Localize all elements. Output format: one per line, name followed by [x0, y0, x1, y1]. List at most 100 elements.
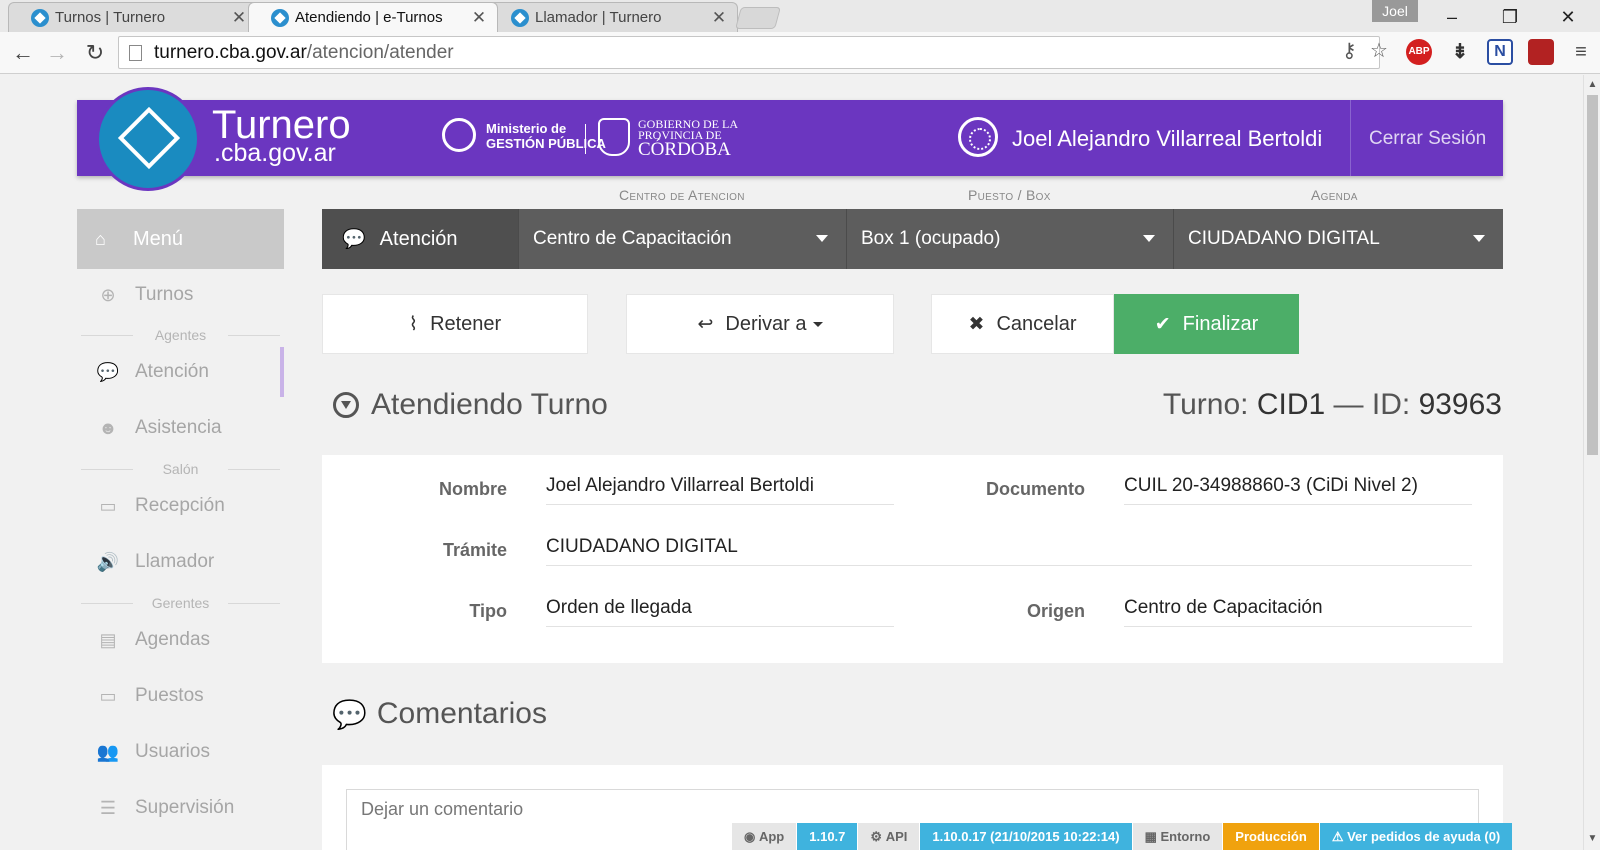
- sidebar-item-turnos[interactable]: ⊕ Turnos: [77, 270, 284, 320]
- tab-close-icon[interactable]: ✕: [711, 8, 727, 28]
- api-label: ⚙ API: [858, 823, 920, 850]
- derivar-label: Derivar a: [725, 312, 807, 335]
- url-host: turnero.cba.gov.ar: [154, 41, 307, 63]
- forward-arrow-icon[interactable]: →: [42, 38, 72, 68]
- tipo-label: Tipo: [469, 601, 507, 621]
- finalizar-label: Finalizar: [1182, 312, 1259, 335]
- address-bar[interactable]: turnero.cba.gov.ar /atencion/atender: [118, 36, 1380, 69]
- adblock-icon[interactable]: ABP: [1406, 39, 1432, 65]
- paperclip-icon: ⌇: [408, 313, 419, 335]
- cancelar-button[interactable]: ✖ Cancelar: [931, 294, 1114, 354]
- caret-down-icon: [1143, 235, 1155, 242]
- centro-value: Centro de Capacitación: [533, 228, 732, 249]
- url-path: /atencion/atender: [306, 41, 454, 63]
- key-icon[interactable]: ⚷: [1342, 38, 1357, 63]
- tab-llamador[interactable]: Llamador | Turnero ✕: [488, 2, 738, 32]
- extension-n-icon[interactable]: N: [1487, 39, 1513, 65]
- retener-button[interactable]: ⌇ Retener: [322, 294, 588, 354]
- tab-turnos[interactable]: Turnos | Turnero ✕: [8, 2, 258, 32]
- tramite-label: Trámite: [442, 540, 507, 560]
- turno-code: CID1: [1256, 388, 1326, 421]
- turnero-favicon-icon: [511, 8, 529, 27]
- extension-2-icon[interactable]: ⇟: [1447, 39, 1473, 65]
- chat-bubbles-icon: 💬: [342, 229, 366, 250]
- restore-icon[interactable]: ❐: [1490, 4, 1530, 30]
- tab-atendiendo[interactable]: Atendiendo | e-Turnos ✕: [248, 2, 498, 32]
- scroll-up-icon[interactable]: ▲: [1584, 79, 1600, 90]
- page-icon: [129, 44, 142, 61]
- agenda-select[interactable]: CIUDADANO DIGITAL: [1173, 209, 1503, 269]
- origen-value: Centro de Capacitación: [1124, 591, 1472, 627]
- pdf-extension-icon[interactable]: [1528, 39, 1554, 65]
- sidebar-item-label: Puestos: [135, 685, 204, 706]
- close-window-icon[interactable]: ✕: [1548, 4, 1588, 30]
- server-icon: ☰: [99, 797, 117, 818]
- government-shield-icon: [598, 118, 630, 156]
- sidebar-item-recepcion[interactable]: ▭ Recepción: [77, 481, 284, 531]
- app-label: ◉ App: [732, 823, 797, 850]
- speaker-icon: 🔊: [96, 551, 120, 572]
- sidebar-item-llamador[interactable]: 🔊 Llamador: [77, 537, 284, 587]
- speech-bubble-icon: 💬: [332, 698, 367, 730]
- support-agent-icon: ☻: [98, 417, 118, 438]
- page-scrollbar[interactable]: ▲ ▼: [1583, 75, 1600, 850]
- brand-domain: .cba.gov.ar: [214, 139, 336, 167]
- back-arrow-icon[interactable]: ←: [8, 38, 38, 68]
- puesto-select[interactable]: Box 1 (ocupado): [846, 209, 1173, 269]
- tab-close-icon[interactable]: ✕: [231, 8, 247, 28]
- bookmark-star-icon[interactable]: ☆: [1370, 38, 1388, 63]
- atencion-tab[interactable]: 💬 Atención: [322, 209, 518, 269]
- browser-tab-strip: Turnos | Turnero ✕ Atendiendo | e-Turnos…: [0, 0, 1600, 32]
- sidebar-group-salon: Salón: [77, 461, 284, 477]
- sidebar-item-puestos[interactable]: ▭ Puestos: [77, 671, 284, 721]
- profile-badge[interactable]: Joel: [1372, 0, 1418, 22]
- logout-link[interactable]: Cerrar Sesión: [1369, 128, 1486, 150]
- monitor-icon: ▭: [99, 495, 117, 516]
- close-icon: ✖: [968, 313, 985, 335]
- derivar-button[interactable]: ↩ Derivar a: [626, 294, 894, 354]
- chat-bubbles-icon: 💬: [96, 361, 120, 382]
- nombre-label: Nombre: [438, 479, 507, 499]
- turno-info: Turno: CID1 — ID: 93963: [1163, 388, 1502, 422]
- turnero-logo[interactable]: [96, 87, 200, 191]
- sidebar-item-agendas[interactable]: ▤ Agendas: [77, 615, 284, 665]
- app-label-text: App: [758, 829, 785, 844]
- sidebar-item-asistencia[interactable]: ☻ Asistencia: [77, 403, 284, 453]
- centro-select[interactable]: Centro de Capacitación: [518, 209, 846, 269]
- help-requests-link[interactable]: ⚠ Ver pedidos de ayuda (0): [1319, 823, 1513, 850]
- documento-value: CUIL 20-34988860-3 (CiDi Nivel 2): [1124, 469, 1472, 505]
- laptop-icon: ▭: [99, 685, 117, 706]
- tab-close-icon[interactable]: ✕: [471, 8, 487, 28]
- turno-id-prefix: — ID:: [1333, 388, 1411, 421]
- label-centro-atencion: Centro de Atencion: [619, 187, 745, 203]
- user-avatar-icon[interactable]: [958, 117, 998, 157]
- sidebar-item-label: Asistencia: [135, 417, 222, 438]
- env-label: ▦ Entorno: [1132, 823, 1223, 850]
- minimize-icon[interactable]: –: [1432, 4, 1472, 30]
- help-requests-text: Ver pedidos de ayuda (0): [1347, 829, 1501, 844]
- atencion-label: Atención: [379, 227, 458, 250]
- turno-prefix: Turno:: [1162, 388, 1249, 421]
- ministry-line1: Ministerio de: [486, 121, 567, 136]
- sidebar-item-label: Usuarios: [135, 741, 210, 762]
- browser-menu-icon[interactable]: ≡: [1568, 39, 1594, 65]
- env-value: Producción: [1223, 823, 1319, 850]
- sidebar-item-label: Atención: [135, 361, 209, 382]
- attending-title-text: Atendiendo Turno: [371, 388, 608, 421]
- scroll-thumb[interactable]: [1587, 95, 1598, 455]
- sidebar-item-usuarios[interactable]: 👥 Usuarios: [77, 727, 284, 777]
- agenda-value: CIUDADANO DIGITAL: [1188, 228, 1380, 249]
- scroll-down-icon[interactable]: ▼: [1584, 833, 1600, 844]
- label-agenda: Agenda: [1311, 187, 1358, 203]
- attending-title: Atendiendo Turno: [333, 388, 608, 422]
- menu-header[interactable]: ⌂ Menú: [77, 209, 284, 269]
- finalizar-button[interactable]: ✔ Finalizar: [1114, 294, 1299, 354]
- users-icon: 👥: [96, 741, 120, 762]
- new-tab-button[interactable]: [735, 7, 781, 29]
- reload-icon[interactable]: ↻: [80, 38, 110, 68]
- header-user-name[interactable]: Joel Alejandro Villarreal Bertoldi: [1012, 126, 1322, 152]
- sidebar-item-label: Supervisión: [135, 797, 235, 818]
- turno-details-card: Nombre Joel Alejandro Villarreal Bertold…: [322, 455, 1503, 663]
- sidebar-item-atencion[interactable]: 💬 Atención: [77, 347, 284, 397]
- sidebar-item-supervision[interactable]: ☰ Supervisión: [77, 783, 284, 833]
